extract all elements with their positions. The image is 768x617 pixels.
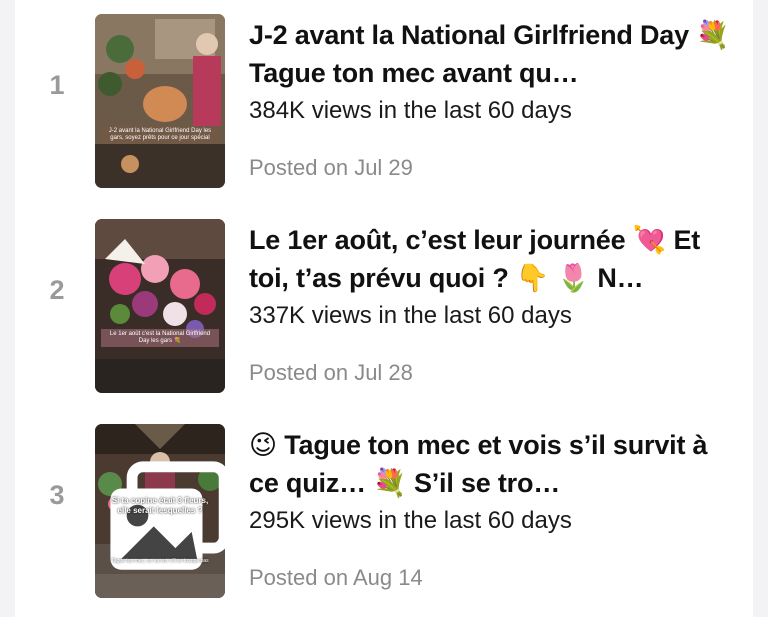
- video-title[interactable]: 😉 Tague ton mec et vois s’il survit à ce…: [249, 426, 739, 502]
- rank-number: 1: [49, 70, 65, 100]
- rank-number: 3: [49, 480, 65, 510]
- thumbnail-subcaption: Tague ton mec, on va voir s'il se trompe…: [111, 558, 209, 564]
- video-thumbnail[interactable]: Si ta copine était 3 fleurs, elle serait…: [95, 424, 225, 598]
- thumbnail-image: [95, 14, 225, 188]
- video-title[interactable]: Le 1er août, c’est leur journée 💘 Et toi…: [249, 221, 739, 297]
- video-list-panel: 1 J-2 avant la National Girlfriend Day l…: [15, 0, 753, 617]
- posted-date: Posted on Jul 28: [249, 360, 413, 385]
- thumbnail-caption: Le 1er août c'est la National Girlfriend…: [101, 329, 219, 347]
- video-list-item[interactable]: 2 Le 1er août c'est la National Girlfrie…: [15, 205, 753, 393]
- video-thumbnail[interactable]: J-2 avant la National Girlfriend Day les…: [95, 14, 225, 188]
- views-count: 337K views in the last 60 days: [249, 302, 572, 329]
- video-list-item[interactable]: 3 Si ta copine était 3 fleurs, elle sera…: [15, 410, 753, 598]
- video-title[interactable]: J-2 avant la National Girlfriend Day 💐 T…: [249, 16, 739, 92]
- posted-date: Posted on Jul 29: [249, 155, 413, 180]
- thumbnail-caption: J-2 avant la National Girlfriend Day les…: [101, 126, 219, 144]
- thumbnail-caption: Si ta copine était 3 fleurs, elle serait…: [111, 496, 209, 515]
- rank-number: 2: [49, 275, 65, 305]
- views-count: 295K views in the last 60 days: [249, 507, 572, 534]
- video-info: 😉 Tague ton mec et vois s’il survit à ce…: [249, 410, 739, 592]
- views-count: 384K views in the last 60 days: [249, 97, 572, 124]
- video-info: J-2 avant la National Girlfriend Day 💐 T…: [249, 0, 739, 182]
- video-list-item[interactable]: 1 J-2 avant la National Girlfriend Day l…: [15, 0, 753, 188]
- video-info: Le 1er août, c’est leur journée 💘 Et toi…: [249, 205, 739, 387]
- video-thumbnail[interactable]: Le 1er août c'est la National Girlfriend…: [95, 219, 225, 393]
- posted-date: Posted on Aug 14: [249, 565, 423, 590]
- thumbnail-image: [95, 219, 225, 393]
